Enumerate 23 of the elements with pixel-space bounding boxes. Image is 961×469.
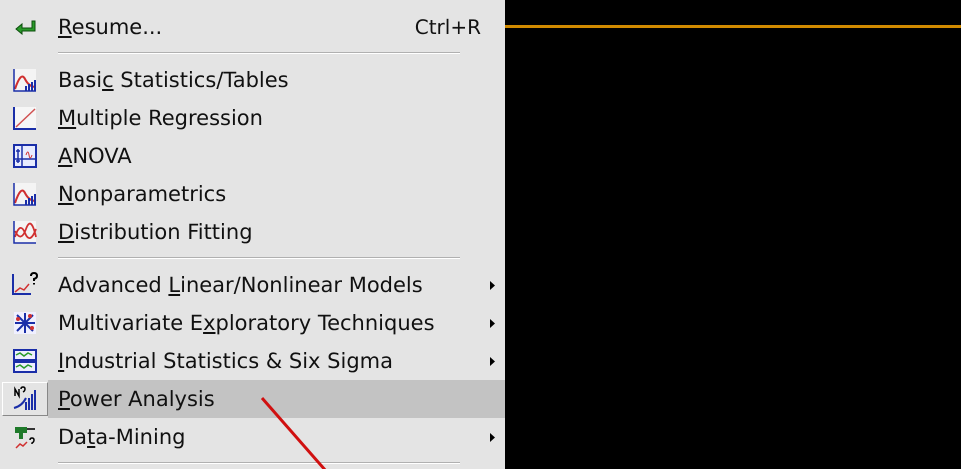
power-chart-icon <box>12 386 38 412</box>
menu-item[interactable]: Distribution Fitting <box>48 213 505 251</box>
menu-item[interactable]: Data-Mining <box>48 418 505 456</box>
menu-item[interactable]: Power Analysis <box>48 380 505 418</box>
table-icon <box>12 143 38 169</box>
return-arrow-icon <box>14 19 36 35</box>
drill-icon <box>12 424 38 450</box>
menu-item[interactable]: Basic Statistics/Tables <box>48 61 505 99</box>
scatter-plot-icon <box>12 105 38 131</box>
menu-item[interactable]: Resume... Ctrl+R <box>48 8 505 46</box>
curve-chart-icon <box>12 219 38 245</box>
chart-icon <box>12 67 38 93</box>
chart-question-icon <box>11 272 39 298</box>
chart-icon <box>12 181 38 207</box>
menu-item[interactable]: Nonparametrics <box>48 175 505 213</box>
menu-item[interactable]: Multiple Regression <box>48 99 505 137</box>
menu-item[interactable]: Industrial Statistics & Six Sigma <box>48 342 505 380</box>
menu-item[interactable]: Multivariate Exploratory Techniques <box>48 304 505 342</box>
control-chart-icon <box>12 348 38 374</box>
cluster-icon <box>12 310 38 336</box>
shortcut-label: Ctrl+R <box>414 15 481 39</box>
menu-item[interactable]: ANOVA <box>48 137 505 175</box>
menu-item[interactable]: Advanced Linear/Nonlinear Models <box>48 266 505 304</box>
